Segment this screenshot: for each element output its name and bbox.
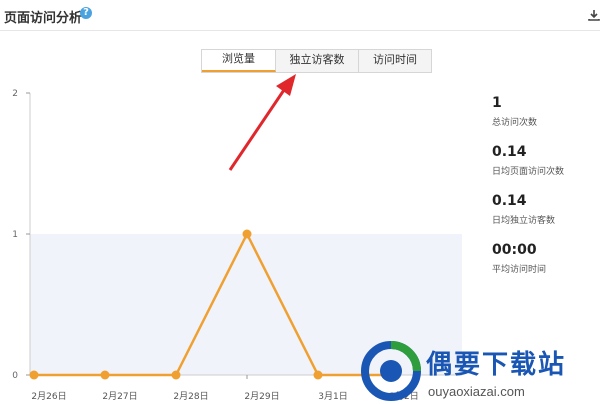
metric-tabs: 浏览量 独立访客数 访问时间: [201, 49, 432, 73]
stat-daily-page-visits: 0.14 日均页面访问次数: [492, 143, 600, 192]
stat-value: 0.14: [492, 193, 527, 209]
annotation-arrow: [228, 74, 296, 171]
x-tick-label: 2月26日: [31, 391, 66, 402]
stat-value: 00:00: [492, 242, 537, 258]
stat-label: 日均页面访问次数: [492, 167, 565, 177]
stat-label: 平均访问时间: [492, 265, 547, 275]
watermark-logo-icon: [361, 341, 421, 401]
stat-value: 1: [492, 95, 502, 111]
download-icon[interactable]: [588, 9, 600, 21]
watermark-name: 偶要下载站: [426, 350, 567, 380]
data-point: [242, 229, 252, 239]
data-point: [313, 370, 323, 380]
stat-value: 0.14: [492, 144, 527, 160]
stat-avg-visit-time: 00:00 平均访问时间: [492, 241, 600, 290]
stats-summary: 1 总访问次数 0.14 日均页面访问次数 0.14 日均独立访客数 00:00…: [492, 94, 600, 290]
x-tick-label: 2月27日: [102, 391, 137, 402]
x-tick-label: 2月28日: [173, 391, 208, 402]
watermark-url: ouyaoxiazai.com: [428, 384, 525, 399]
site-watermark: 偶要下载站 ouyaoxiazai.com: [356, 337, 600, 404]
y-tick-label: 0: [12, 371, 18, 381]
tab-unique-visitors[interactable]: 独立访客数: [276, 50, 359, 72]
stat-total-visits: 1 总访问次数: [492, 94, 600, 143]
stat-label: 日均独立访客数: [492, 216, 556, 226]
x-tick-label: 3月1日: [318, 391, 347, 402]
tab-visit-time[interactable]: 访问时间: [359, 50, 431, 72]
y-tick-label: 1: [12, 230, 18, 240]
data-point: [29, 370, 39, 380]
x-tick-label: 2月29日: [244, 391, 279, 402]
tab-pageviews[interactable]: 浏览量: [202, 50, 276, 72]
page-title: 页面访问分析: [4, 11, 83, 26]
data-point: [100, 370, 110, 380]
stat-daily-unique-visitors: 0.14 日均独立访客数: [492, 192, 600, 241]
help-icon[interactable]: ?: [80, 7, 92, 19]
y-tick-label: 2: [12, 89, 18, 99]
panel-header: 页面访问分析 ?: [0, 0, 600, 31]
stat-label: 总访问次数: [492, 118, 538, 128]
data-point: [171, 370, 181, 380]
